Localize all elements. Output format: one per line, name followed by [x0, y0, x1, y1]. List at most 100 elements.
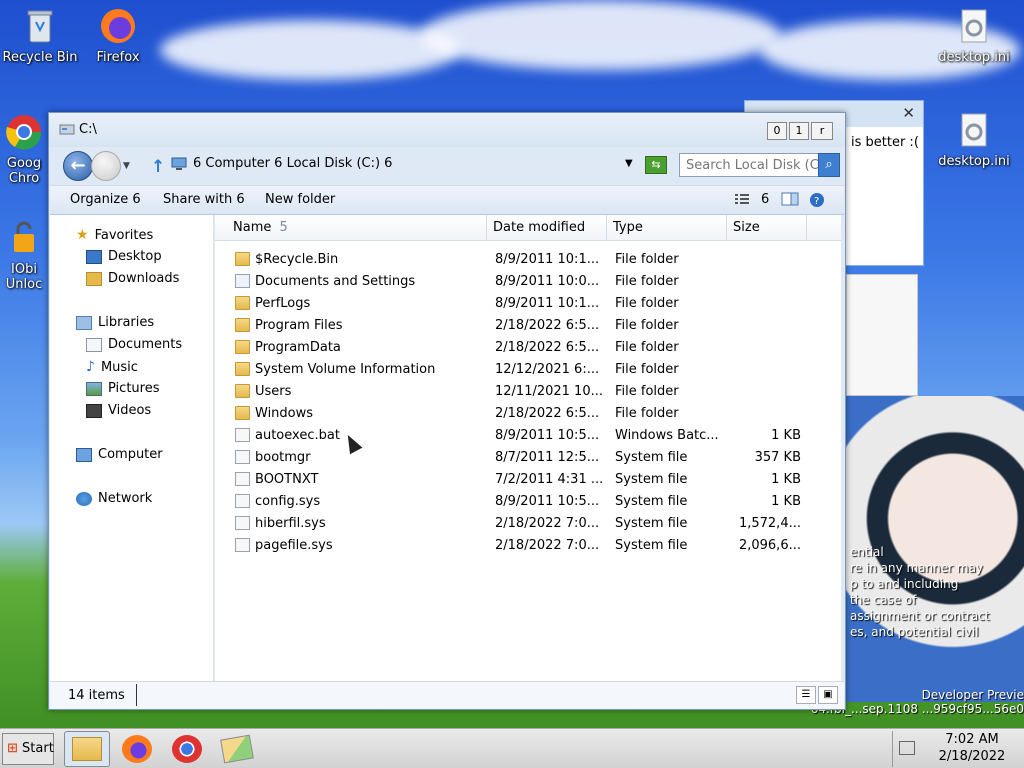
documents-icon [86, 337, 102, 352]
organize-button[interactable]: Organize 6 [70, 192, 141, 207]
table-row[interactable]: Users 12/11/2021 10... File folder [215, 381, 841, 403]
file-icon [235, 472, 250, 486]
nav-favorites[interactable]: ★ Favorites [76, 227, 153, 243]
folder-icon [235, 362, 250, 376]
desktop-icon-firefox[interactable]: Firefox [80, 6, 156, 65]
change-view-icon[interactable] [734, 192, 750, 210]
nav-label: Libraries [98, 315, 155, 330]
nav-label: Downloads [108, 271, 180, 286]
column-label: Name [233, 220, 272, 235]
chevron-down-icon[interactable]: ▼ [625, 158, 633, 169]
desktop-icon-label: IObi Unloc [5, 262, 43, 292]
file-icon [235, 428, 250, 442]
table-row[interactable]: pagefile.sys 2/18/2022 7:0... System file 2… [215, 535, 841, 557]
sort-indicator: 5 [279, 220, 288, 235]
file-date: 2/18/2022 6:5... [495, 318, 600, 333]
back-button[interactable]: ← [63, 151, 93, 181]
column-header-name[interactable]: Name 5 [227, 215, 487, 241]
details-view-button[interactable]: ☰ [796, 686, 816, 704]
file-size: 1 KB [771, 428, 801, 443]
license-overlay-text: ential re in any manner may p to and inc… [850, 545, 990, 639]
clock-date: 2/18/2022 [938, 749, 1006, 764]
file-name: System Volume Information [255, 362, 436, 377]
column-header-type[interactable]: Type [607, 215, 727, 241]
address-bar[interactable]: 6 Computer 6 Local Disk (C:) 6 ▼ [169, 153, 633, 177]
nav-videos[interactable]: Videos [86, 403, 151, 418]
close-icon[interactable]: ✕ [902, 104, 915, 122]
desktop-icon-desktop-ini[interactable]: desktop.ini [936, 6, 1012, 65]
window-titlebar[interactable]: C:\ 0 1 r [49, 113, 845, 147]
forward-button[interactable]: → [91, 151, 121, 181]
item-count: 14 items [68, 688, 125, 703]
column-headers: Name 5 Date modified Type Size [215, 215, 841, 241]
new-folder-button[interactable]: New folder [265, 192, 335, 207]
taskbar-folders[interactable] [214, 731, 260, 767]
column-header-size[interactable]: Size [727, 215, 807, 241]
folder-icon [235, 252, 250, 266]
nav-downloads[interactable]: Downloads [86, 271, 179, 286]
views-dropdown[interactable]: 6 [761, 192, 769, 207]
nav-documents[interactable]: Documents [86, 337, 182, 352]
desktop-icon-recycle-bin[interactable]: Recycle Bin [2, 6, 78, 65]
table-row[interactable]: System Volume Information 12/12/2021 6:..… [215, 359, 841, 381]
file-name: Users [255, 384, 292, 399]
table-row[interactable]: ProgramData 2/18/2022 6:5... File folder [215, 337, 841, 359]
search-icon[interactable]: ⌕ [818, 153, 840, 177]
nav-music[interactable]: ♪ Music [86, 359, 138, 375]
nav-network[interactable]: Network [76, 491, 152, 506]
file-date: 8/9/2011 10:1... [495, 252, 600, 267]
taskbar-firefox[interactable] [114, 731, 160, 767]
table-row[interactable]: PerfLogs 8/9/2011 10:1... File folder [215, 293, 841, 315]
file-name: $Recycle.Bin [255, 252, 339, 267]
taskbar-chrome[interactable] [164, 731, 210, 767]
desktop-icon-desktop-ini[interactable]: desktop.ini [936, 110, 1012, 169]
desktop-icon-iobit-unlocker[interactable]: IObi Unloc [0, 218, 48, 292]
shortcut-folder-icon [235, 274, 250, 288]
cloud [420, 0, 780, 70]
nav-pictures[interactable]: Pictures [86, 381, 159, 396]
status-bar: 14 items ☰ ▣ [50, 681, 844, 709]
column-header-date[interactable]: Date modified [487, 215, 607, 241]
nav-desktop[interactable]: Desktop [86, 249, 162, 264]
table-row[interactable]: $Recycle.Bin 8/9/2011 10:1... File folder [215, 249, 841, 271]
desktop-icon-chrome[interactable]: Goog Chro [0, 112, 48, 186]
table-row[interactable]: Windows 2/18/2022 6:5... File folder [215, 403, 841, 425]
help-icon[interactable]: ? [809, 192, 825, 212]
table-row[interactable]: autoexec.bat 8/9/2011 10:5... Windows Batc… [215, 425, 841, 447]
search-input[interactable] [680, 154, 818, 176]
recent-pages-dropdown[interactable]: ▼ [123, 161, 130, 171]
maximize-button[interactable]: 1 [789, 122, 809, 140]
close-button[interactable]: r [811, 122, 833, 140]
explorer-window[interactable]: C:\ 0 1 r ← → ▼ ↑ 6 Computer 6 Local Dis… [48, 112, 846, 710]
pictures-icon [86, 381, 102, 396]
search-box[interactable]: ⌕ [679, 153, 840, 177]
action-center-icon[interactable] [899, 741, 915, 755]
file-date: 2/18/2022 6:5... [495, 340, 600, 355]
large-icons-view-button[interactable]: ▣ [818, 686, 838, 704]
nav-computer[interactable]: Computer [76, 447, 163, 462]
clock[interactable]: 7:02 AM 2/18/2022 [933, 731, 1011, 765]
up-arrow-icon[interactable]: ↑ [151, 157, 165, 177]
background-window-2[interactable] [846, 274, 918, 396]
table-row[interactable]: bootmgr 8/7/2011 12:5... System file 357 KB [215, 447, 841, 469]
table-row[interactable]: config.sys 8/9/2011 10:5... System file 1 K… [215, 491, 841, 513]
nav-label: Network [98, 491, 153, 506]
file-type: System file [615, 516, 688, 531]
nav-libraries[interactable]: Libraries [76, 315, 154, 330]
minimize-button[interactable]: 0 [767, 122, 787, 140]
star-icon: ★ [76, 227, 89, 243]
taskbar-file-explorer[interactable] [64, 731, 110, 767]
table-row[interactable]: Documents and Settings 8/9/2011 10:0... Fi… [215, 271, 841, 293]
table-row[interactable]: BOOTNXT 7/2/2011 4:31 ... System file 1 KB [215, 469, 841, 491]
breadcrumb[interactable]: 6 Computer 6 Local Disk (C:) 6 [193, 156, 392, 171]
start-button[interactable]: ⊞ Start [2, 733, 54, 765]
file-type: File folder [615, 252, 679, 267]
file-icon [235, 538, 250, 552]
file-date: 2/18/2022 7:0... [495, 538, 600, 553]
table-row[interactable]: hiberfil.sys 2/18/2022 7:0... System file 1… [215, 513, 841, 535]
network-icon [76, 491, 92, 506]
share-with-button[interactable]: Share with 6 [163, 192, 245, 207]
refresh-button[interactable]: ⇆ [645, 156, 667, 174]
preview-pane-icon[interactable] [781, 192, 799, 210]
table-row[interactable]: Program Files 2/18/2022 6:5... File folder [215, 315, 841, 337]
